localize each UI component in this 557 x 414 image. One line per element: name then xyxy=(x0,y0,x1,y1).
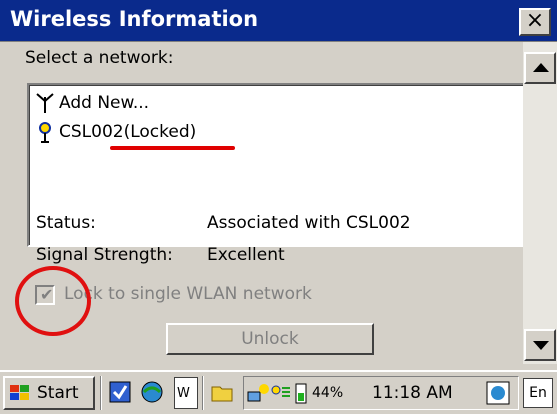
clock-time[interactable]: 11:18 AM xyxy=(372,383,453,403)
signal-strength-label: Signal Strength: xyxy=(36,245,173,265)
antenna-icon xyxy=(35,91,55,115)
window-title: Wireless Information xyxy=(10,7,259,31)
unlock-button[interactable]: Unlock xyxy=(166,323,374,355)
annotation-underline xyxy=(110,146,235,150)
taskbar: Start W 44% 11:18 AM En xyxy=(0,370,557,414)
arrow-up-icon xyxy=(533,63,549,72)
wireless-network-icon xyxy=(35,120,55,144)
input-panel-icon[interactable]: En xyxy=(523,378,553,408)
status-label: Status: xyxy=(36,213,96,233)
select-network-label: Select a network: xyxy=(25,48,174,68)
title-bar: Wireless Information × xyxy=(0,0,557,42)
list-item-add-new[interactable]: Add New... xyxy=(35,91,149,115)
taskbar-separator xyxy=(100,376,102,410)
battery-percentage: 44% xyxy=(312,385,344,401)
network-app-icon[interactable] xyxy=(140,379,164,405)
wireless-panel: Select a network: Add New... CSL002(Lock… xyxy=(0,42,527,364)
close-button[interactable]: × xyxy=(519,8,551,36)
annotation-circle xyxy=(15,266,91,336)
connection-icon[interactable] xyxy=(246,380,270,406)
lock-checkbox-label: Lock to single WLAN network xyxy=(64,284,312,304)
system-tray: 44% 11:18 AM xyxy=(243,376,519,410)
taskbar-separator xyxy=(202,376,204,410)
windows-flag-icon xyxy=(9,383,31,403)
ie-icon[interactable] xyxy=(486,380,510,406)
scroll-down-button[interactable] xyxy=(524,329,556,361)
battery-icon[interactable] xyxy=(294,381,308,407)
wireless-window-button[interactable]: W xyxy=(174,377,198,409)
start-button[interactable]: Start xyxy=(3,376,95,410)
vertical-scrollbar[interactable] xyxy=(523,42,557,364)
wifi-signal-icon[interactable] xyxy=(270,380,294,406)
scroll-up-button[interactable] xyxy=(524,52,556,84)
arrow-down-icon xyxy=(533,341,549,350)
status-value: Associated with CSL002 xyxy=(207,213,411,233)
list-item-csl002[interactable]: CSL002(Locked) xyxy=(35,120,196,144)
settings-app-icon[interactable] xyxy=(108,379,132,405)
folder-icon[interactable] xyxy=(210,379,234,405)
start-label: Start xyxy=(37,383,79,403)
list-item-label: CSL002(Locked) xyxy=(59,122,197,142)
signal-strength-value: Excellent xyxy=(207,245,285,265)
list-item-label: Add New... xyxy=(59,93,150,113)
